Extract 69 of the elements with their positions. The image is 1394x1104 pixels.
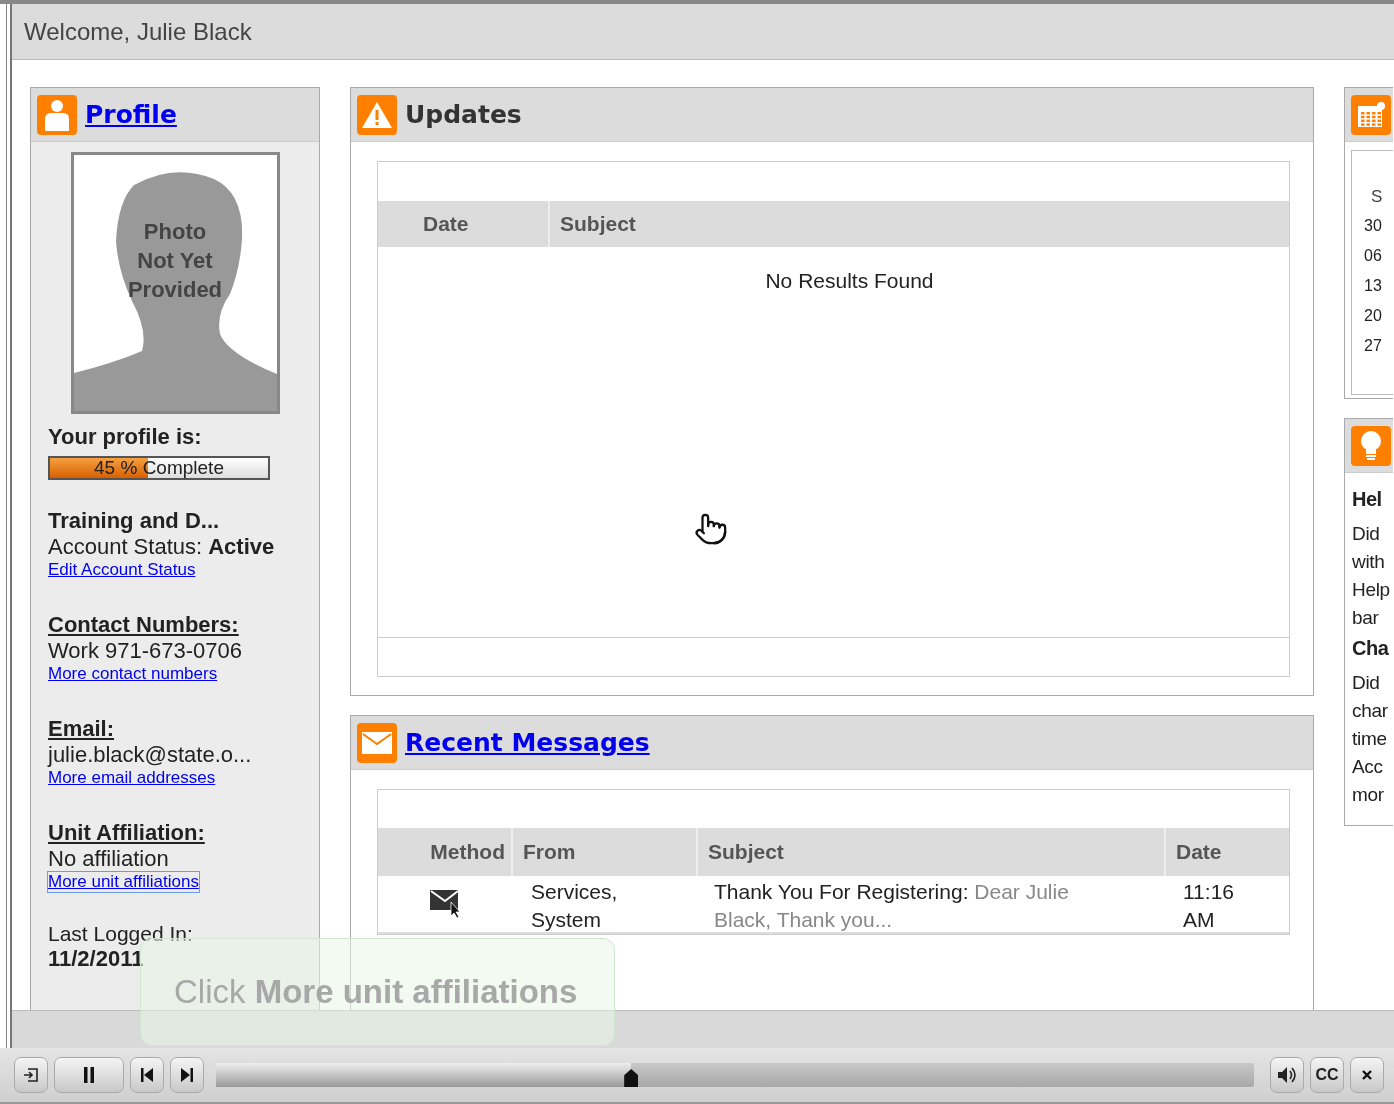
last-logged-date: 11/2/2011 [48, 946, 145, 972]
help-text-line: bar [1352, 606, 1380, 630]
section-heading: Contact Numbers: [48, 612, 240, 638]
no-results-text: No Results Found [765, 269, 934, 292]
person-icon [43, 98, 71, 131]
more-link[interactable]: More unit affiliations [48, 872, 199, 892]
profile-link[interactable]: Profile [85, 100, 177, 129]
next-button[interactable] [170, 1057, 204, 1093]
calendar-day[interactable]: 27 [1364, 331, 1382, 361]
photo-caption: Photo Not Yet Provided [126, 218, 224, 304]
message-date: 11:16 AM [1183, 879, 1235, 933]
column-header: Date [378, 201, 550, 247]
seek-slider[interactable] [216, 1063, 1254, 1087]
section-value: No affiliation [48, 846, 170, 872]
close-button[interactable] [1350, 1057, 1384, 1093]
exit-button[interactable] [14, 1057, 48, 1093]
profile-status-label: Your profile is: [48, 424, 203, 450]
warning-icon [361, 100, 393, 129]
help-text-line: Did [1352, 522, 1381, 546]
updates-title: Updates [405, 100, 522, 129]
more-link[interactable]: More email addresses [48, 768, 216, 788]
column-header: Subject [698, 828, 1166, 876]
help-heading: Cha [1352, 636, 1390, 661]
help-text-line: char [1352, 699, 1389, 723]
help-text-line: Did [1352, 671, 1381, 695]
message-sender: Services, System [531, 879, 619, 933]
pause-button[interactable] [54, 1057, 124, 1093]
calendar-icon [1356, 100, 1386, 129]
section-heading: Unit Affiliation: [48, 820, 206, 846]
speaker-icon [1277, 1066, 1297, 1084]
captions-button[interactable]: CC [1310, 1057, 1344, 1093]
hand-cursor-icon [694, 512, 728, 546]
close-icon [1361, 1069, 1373, 1081]
edit-account-status-link[interactable]: Edit Account Status [48, 560, 196, 580]
help-text-line: Acc [1352, 755, 1384, 779]
envelope-cursor-icon [428, 888, 463, 918]
calendar-day[interactable]: 13 [1364, 271, 1382, 301]
pause-icon [83, 1067, 95, 1083]
hint-text: Click More unit affiliations [174, 973, 578, 1011]
help-text-line: with [1352, 550, 1386, 574]
help-heading: Hel [1352, 487, 1383, 512]
column-header: Date [1175, 839, 1223, 865]
training-title: Training and D... [48, 508, 221, 534]
volume-button[interactable] [1270, 1057, 1304, 1093]
more-link[interactable]: More contact numbers [48, 664, 218, 684]
skip-back-icon [141, 1068, 153, 1082]
help-text-line: mor [1352, 783, 1385, 807]
section-heading: Email: [48, 716, 116, 742]
calendar-day[interactable]: 06 [1364, 241, 1382, 271]
help-text-line: time [1352, 727, 1388, 751]
envelope-icon [361, 730, 393, 755]
account-status: Account Status: Active [48, 534, 276, 560]
weekday-header: S [1370, 187, 1383, 207]
column-header: Method [378, 828, 513, 876]
calendar-day[interactable]: 30 [1364, 211, 1382, 241]
seek-handle[interactable] [624, 1069, 639, 1087]
recent-messages-link[interactable]: Recent Messages [405, 728, 650, 757]
section-value: julie.black@state.o... [48, 742, 253, 768]
message-subject: Thank You For Registering: Dear Julie Black, Thank you... [714, 879, 1070, 933]
column-header: From [513, 828, 698, 876]
help-text-line: Help [1352, 578, 1391, 602]
skip-forward-icon [181, 1068, 193, 1082]
section-value: Work 971-673-0706 [48, 638, 244, 664]
welcome-text: Welcome, Julie Black [24, 17, 252, 46]
previous-button[interactable] [130, 1057, 164, 1093]
lightbulb-icon [1359, 429, 1383, 462]
calendar-day[interactable]: 20 [1364, 301, 1382, 331]
exit-icon [23, 1067, 39, 1083]
column-header: Subject [559, 211, 637, 237]
